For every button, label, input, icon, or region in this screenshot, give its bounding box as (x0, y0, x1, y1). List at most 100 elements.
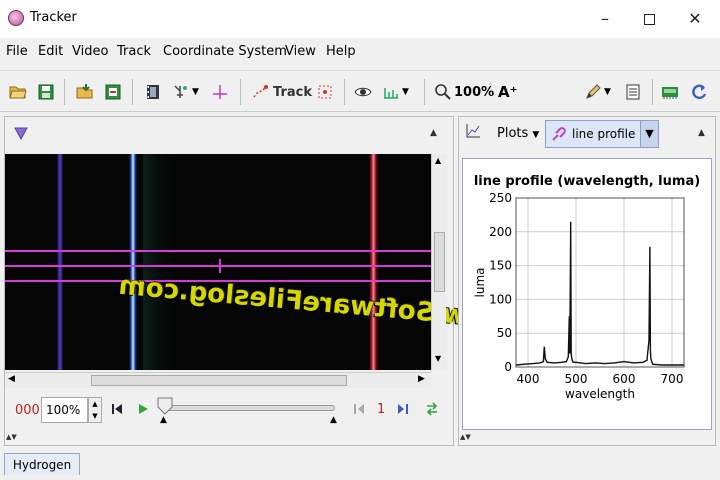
maximize-button[interactable] (626, 4, 672, 34)
scroll-left-icon[interactable]: ◀ (8, 374, 15, 384)
step-size[interactable]: 1 (377, 402, 385, 417)
playback-rate-field[interactable]: 100% (41, 397, 88, 423)
video-vertical-scrollbar[interactable]: ▲ ▼ (431, 154, 446, 370)
refresh-button[interactable] (690, 81, 708, 103)
filter-triangle-icon[interactable] (14, 126, 28, 144)
y-tick-label: 250 (489, 191, 512, 205)
spectral-glow-green (143, 154, 173, 370)
plots-menu-button[interactable]: Plots ▼ (497, 126, 539, 141)
export-icon (105, 84, 121, 100)
font-size-button[interactable]: A⁺ (498, 81, 518, 103)
close-button[interactable]: ✕ (672, 4, 718, 34)
toolbar: ▼ Track ▼ 100% A⁺ ▼ (0, 70, 720, 112)
toolbar-separator (240, 79, 241, 105)
y-tick-label: 100 (489, 292, 512, 306)
calibration-tools-button[interactable]: ▼ (172, 81, 199, 103)
save-button[interactable] (37, 81, 55, 103)
tracker-logo-icon (8, 10, 24, 26)
play-icon (139, 404, 148, 414)
loop-button[interactable] (425, 402, 439, 420)
frame-counter[interactable]: 000 (15, 403, 40, 418)
collapse-right-panel-icon[interactable]: ▲▼ (460, 433, 471, 441)
tab-hydrogen[interactable]: Hydrogen (4, 453, 80, 475)
toolbar-separator (424, 79, 425, 105)
folder-open-icon (9, 86, 27, 99)
rewind-button[interactable] (111, 403, 123, 419)
spinner-down-icon[interactable]: ▼ (89, 410, 101, 422)
folder-import-icon (76, 84, 93, 99)
menu-coordinate-system[interactable]: Coordinate System (163, 44, 287, 59)
visibility-button[interactable] (354, 81, 372, 103)
menu-edit[interactable]: Edit (38, 44, 63, 59)
rate-spinner[interactable]: ▲ ▼ (88, 397, 102, 423)
create-track-button[interactable]: Track (252, 81, 312, 103)
minimize-button[interactable]: – (582, 4, 628, 34)
refresh-icon (692, 84, 707, 100)
autotrack-icon (318, 85, 332, 99)
menu-view[interactable]: View (285, 44, 316, 59)
eye-icon (354, 87, 372, 97)
end-marker-icon[interactable]: ▲ (330, 415, 337, 425)
chevron-down-icon: ▼ (192, 87, 199, 97)
y-axis-label: luma (473, 268, 487, 298)
pencil-tools-button[interactable]: ▼ (584, 81, 611, 103)
pencil-icon (586, 84, 601, 99)
x-tick-label: 600 (613, 372, 636, 386)
collapse-up-icon[interactable]: ▲ (698, 128, 705, 138)
track-selector-dropdown[interactable]: ▼ (640, 120, 659, 148)
window-title: Tracker (30, 10, 77, 25)
step-forward-icon (398, 404, 408, 414)
video-horizontal-scrollbar[interactable]: ◀ ▶ (5, 372, 431, 388)
y-tick-label: 0 (504, 360, 512, 374)
save-icon (38, 84, 54, 100)
x-axis-label: wavelength (565, 387, 635, 401)
open-recent-button[interactable] (76, 81, 94, 103)
scroll-up-icon[interactable]: ▲ (435, 156, 441, 165)
line-profile-plot[interactable]: line profile (wavelength, luma) 0 50 100 150… (462, 158, 712, 430)
step-forward-button[interactable] (397, 403, 409, 419)
y-tick-label: 200 (489, 225, 512, 239)
scroll-right-icon[interactable]: ▶ (418, 374, 425, 384)
profile-line-handle[interactable] (219, 259, 221, 273)
step-back-button[interactable] (353, 403, 365, 419)
plots-label: Plots (497, 126, 529, 141)
menu-file[interactable]: File (6, 44, 28, 59)
zoom-button[interactable]: 100% (434, 81, 494, 103)
horizontal-scroll-thumb[interactable] (91, 375, 347, 386)
menu-help[interactable]: Help (326, 44, 356, 59)
notes-button[interactable] (624, 81, 642, 103)
menu-track[interactable]: Track (117, 44, 151, 59)
open-file-button[interactable] (9, 81, 27, 103)
coordinate-axes-button[interactable] (211, 81, 229, 103)
play-button[interactable] (137, 403, 149, 419)
scroll-down-icon[interactable]: ▼ (435, 354, 441, 363)
menu-video[interactable]: Video (72, 44, 108, 59)
memory-button[interactable] (661, 81, 679, 103)
tracker-window: Tracker – ✕ File Edit Video Track Coordi… (0, 0, 720, 480)
start-marker-icon[interactable]: ▲ (160, 415, 167, 425)
ruler-tools-button[interactable]: ▼ (382, 81, 409, 103)
spectral-line-blue (129, 154, 137, 370)
magnifier-icon (435, 84, 451, 100)
y-tick-label: 50 (497, 326, 512, 340)
collapse-up-icon[interactable]: ▲ (430, 128, 437, 138)
export-button[interactable] (104, 81, 122, 103)
rewind-icon (112, 404, 122, 414)
link-icon (552, 127, 566, 141)
frame-slider-track[interactable] (165, 405, 335, 411)
vertical-scroll-thumb[interactable] (434, 232, 445, 292)
toolbar-separator (344, 79, 345, 105)
film-icon (147, 85, 159, 99)
clip-settings-button[interactable] (144, 81, 162, 103)
player-bar: 000 100% ▲ ▼ ▲ ▲ 1 (5, 393, 451, 425)
menu-bar: File Edit Video Track Coordinate System … (0, 40, 720, 64)
chevron-down-icon: ▼ (402, 87, 409, 97)
spectral-line-red (369, 154, 378, 370)
profile-line-top (5, 250, 433, 252)
video-view[interactable] (5, 154, 433, 370)
spectral-line-violet (57, 154, 63, 370)
collapse-left-panel-icon[interactable]: ▲▼ (6, 433, 17, 441)
track-selector-value: line profile (572, 127, 636, 141)
autotracker-button[interactable] (316, 81, 334, 103)
spinner-up-icon[interactable]: ▲ (89, 398, 101, 410)
